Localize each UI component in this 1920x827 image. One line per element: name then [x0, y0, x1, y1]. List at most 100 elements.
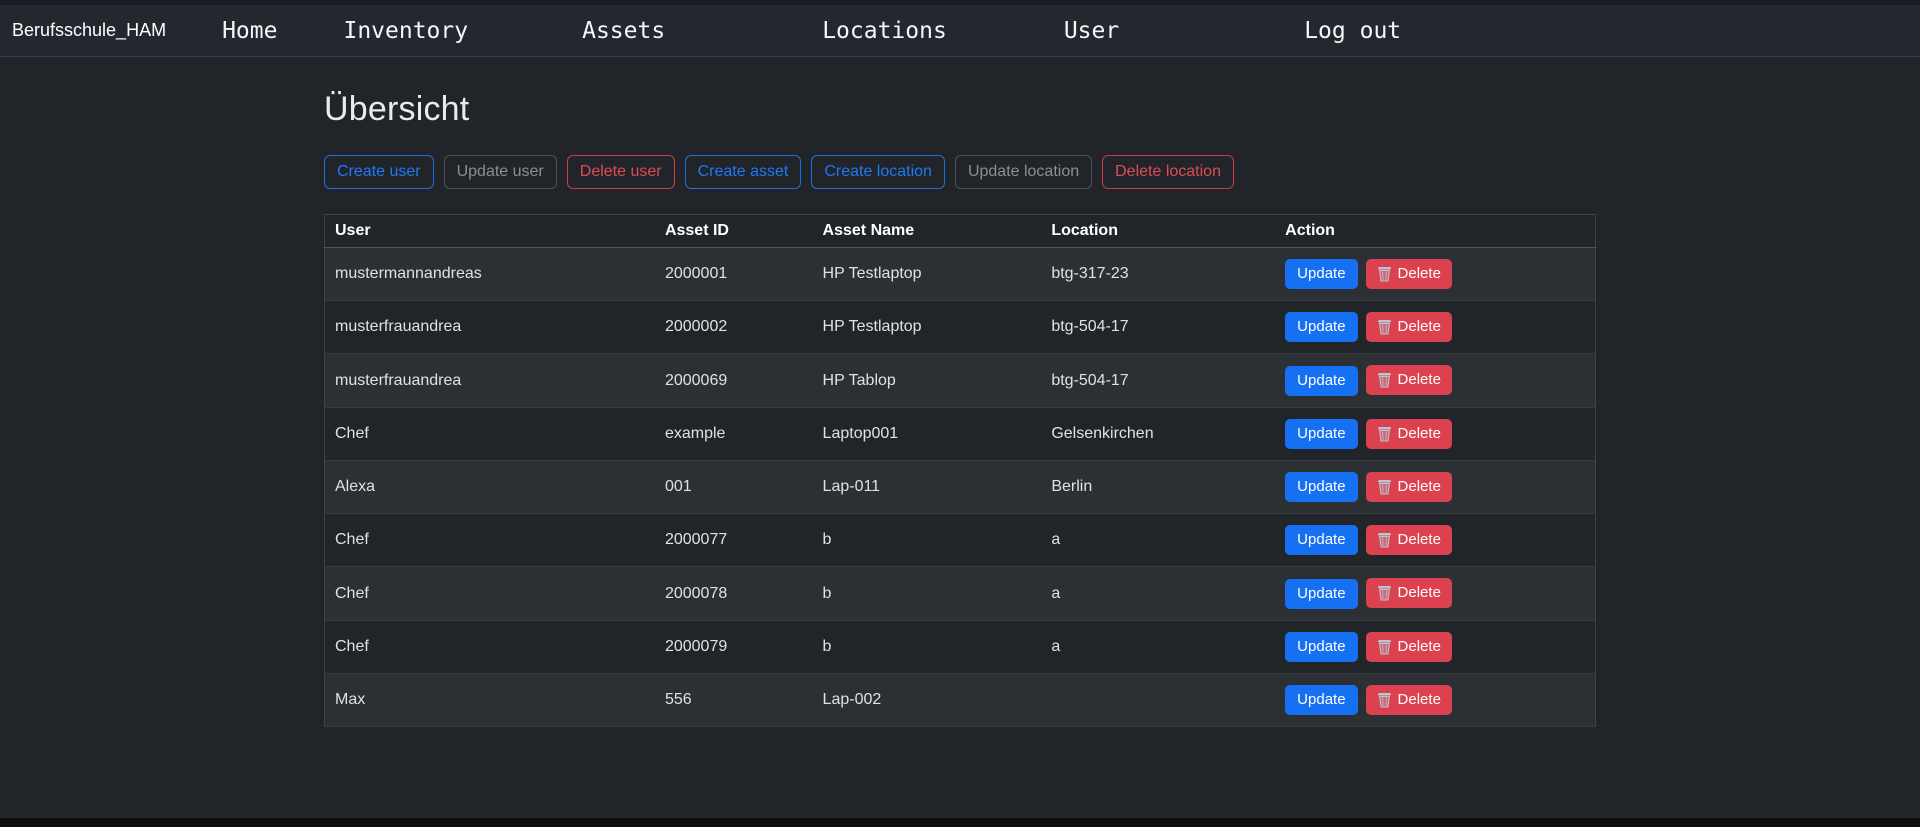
delete-user-button[interactable]: Delete user — [567, 155, 675, 189]
asset-name-cell: b — [813, 567, 1042, 620]
column-header-asset-name: Asset Name — [813, 215, 1042, 248]
update-button[interactable]: Update — [1285, 259, 1357, 289]
user-cell: Chef — [325, 514, 655, 567]
navbar-brand[interactable]: Berufsschule_HAM — [12, 20, 166, 41]
delete-button-label: Delete — [1398, 477, 1441, 497]
user-cell: Chef — [325, 567, 655, 620]
asset-id-cell: example — [655, 407, 813, 460]
location-cell: btg-504-17 — [1041, 301, 1275, 354]
update-location-button[interactable]: Update location — [955, 155, 1092, 189]
location-cell: a — [1041, 567, 1275, 620]
user-cell: Chef — [325, 620, 655, 673]
table-row: Chef2000079baUpdateDelete — [325, 620, 1596, 673]
action-cell: Update Delete — [1275, 248, 1595, 301]
action-cell: Update Delete — [1275, 407, 1595, 460]
location-cell: Gelsenkirchen — [1041, 407, 1275, 460]
asset-name-cell: Laptop001 — [813, 407, 1042, 460]
delete-button-label: Delete — [1398, 583, 1441, 603]
column-header-action: Action — [1275, 215, 1595, 248]
user-cell: Chef — [325, 407, 655, 460]
table-row: mustermannandreas2000001HP Testlaptopbtg… — [325, 248, 1596, 301]
nav-item-user[interactable]: User — [1064, 18, 1119, 44]
location-cell: a — [1041, 514, 1275, 567]
trash-icon — [1377, 266, 1392, 282]
nav-item-home[interactable]: Home — [222, 18, 277, 44]
trash-icon — [1377, 426, 1392, 442]
location-cell: btg-317-23 — [1041, 248, 1275, 301]
table-row: Chef2000077baUpdateDelete — [325, 514, 1596, 567]
table-header-row: UserAsset IDAsset NameLocationAction — [325, 215, 1596, 248]
trash-icon — [1377, 319, 1392, 335]
nav-item-locations[interactable]: Locations — [822, 18, 947, 44]
window-bottom-edge — [0, 818, 1920, 827]
update-user-button[interactable]: Update user — [444, 155, 557, 189]
asset-name-cell: Lap-002 — [813, 673, 1042, 726]
table-row: musterfrauandrea2000069HP Tablopbtg-504-… — [325, 354, 1596, 407]
delete-button[interactable]: Delete — [1366, 312, 1452, 342]
update-button[interactable]: Update — [1285, 632, 1357, 662]
delete-button[interactable]: Delete — [1366, 632, 1452, 662]
column-header-asset-id: Asset ID — [655, 215, 813, 248]
delete-button[interactable]: Delete — [1366, 685, 1452, 715]
asset-name-cell: b — [813, 514, 1042, 567]
update-button[interactable]: Update — [1285, 685, 1357, 715]
delete-button-label: Delete — [1398, 637, 1441, 657]
update-button[interactable]: Update — [1285, 525, 1357, 555]
location-cell: a — [1041, 620, 1275, 673]
delete-button[interactable]: Delete — [1366, 525, 1452, 555]
delete-button[interactable]: Delete — [1366, 472, 1452, 502]
update-button[interactable]: Update — [1285, 472, 1357, 502]
delete-button-label: Delete — [1398, 370, 1441, 390]
create-location-button[interactable]: Create location — [811, 155, 945, 189]
navbar: Berufsschule_HAM Home Inventory Assets Loca… — [0, 5, 1920, 57]
location-cell: btg-504-17 — [1041, 354, 1275, 407]
update-button[interactable]: Update — [1285, 419, 1357, 449]
action-cell: Update Delete — [1275, 354, 1595, 407]
trash-icon — [1377, 692, 1392, 708]
delete-button[interactable]: Delete — [1366, 259, 1452, 289]
user-cell: musterfrauandrea — [325, 301, 655, 354]
delete-button[interactable]: Delete — [1366, 578, 1452, 608]
asset-id-cell: 001 — [655, 460, 813, 513]
nav-menu: Home Inventory Assets Locations User Log out — [222, 18, 1401, 44]
column-header-user: User — [325, 215, 655, 248]
delete-button-label: Delete — [1398, 424, 1441, 444]
update-button[interactable]: Update — [1285, 579, 1357, 609]
update-button[interactable]: Update — [1285, 366, 1357, 396]
nav-item-assets[interactable]: Assets — [582, 18, 665, 44]
asset-name-cell: Lap-011 — [813, 460, 1042, 513]
delete-button-label: Delete — [1398, 530, 1441, 550]
location-cell — [1041, 673, 1275, 726]
asset-id-cell: 2000002 — [655, 301, 813, 354]
asset-name-cell: HP Testlaptop — [813, 301, 1042, 354]
table-row: Alexa001Lap-011Berlin Update Delete — [325, 460, 1596, 513]
nav-item-inventory[interactable]: Inventory — [343, 18, 468, 44]
delete-button[interactable]: Delete — [1366, 365, 1452, 395]
column-header-location: Location — [1041, 215, 1275, 248]
user-cell: Max — [325, 673, 655, 726]
table-body: mustermannandreas2000001HP Testlaptopbtg… — [325, 248, 1596, 727]
asset-id-cell: 2000069 — [655, 354, 813, 407]
location-cell: Berlin — [1041, 460, 1275, 513]
delete-button[interactable]: Delete — [1366, 419, 1452, 449]
action-cell: Update Delete — [1275, 460, 1595, 513]
delete-location-button[interactable]: Delete location — [1102, 155, 1234, 189]
table-row: ChefexampleLaptop001Gelsenkirchen Update D… — [325, 407, 1596, 460]
asset-name-cell: HP Testlaptop — [813, 248, 1042, 301]
create-user-button[interactable]: Create user — [324, 155, 434, 189]
action-cell: Update Delete — [1275, 567, 1595, 620]
table-row: Chef2000078baUpdateDelete — [325, 567, 1596, 620]
asset-id-cell: 556 — [655, 673, 813, 726]
asset-id-cell: 2000079 — [655, 620, 813, 673]
table-row: musterfrauandrea2000002HP Testlaptopbtg-… — [325, 301, 1596, 354]
nav-item-log-out[interactable]: Log out — [1304, 18, 1401, 44]
delete-button-label: Delete — [1398, 317, 1441, 337]
trash-icon — [1377, 639, 1392, 655]
update-button[interactable]: Update — [1285, 312, 1357, 342]
user-cell: Alexa — [325, 460, 655, 513]
create-asset-button[interactable]: Create asset — [685, 155, 802, 189]
main-content: Übersicht Create user Update user Delete u… — [324, 90, 1596, 727]
page-title: Übersicht — [324, 90, 1596, 129]
action-cell: Update Delete — [1275, 514, 1595, 567]
action-cell: Update Delete — [1275, 673, 1595, 726]
